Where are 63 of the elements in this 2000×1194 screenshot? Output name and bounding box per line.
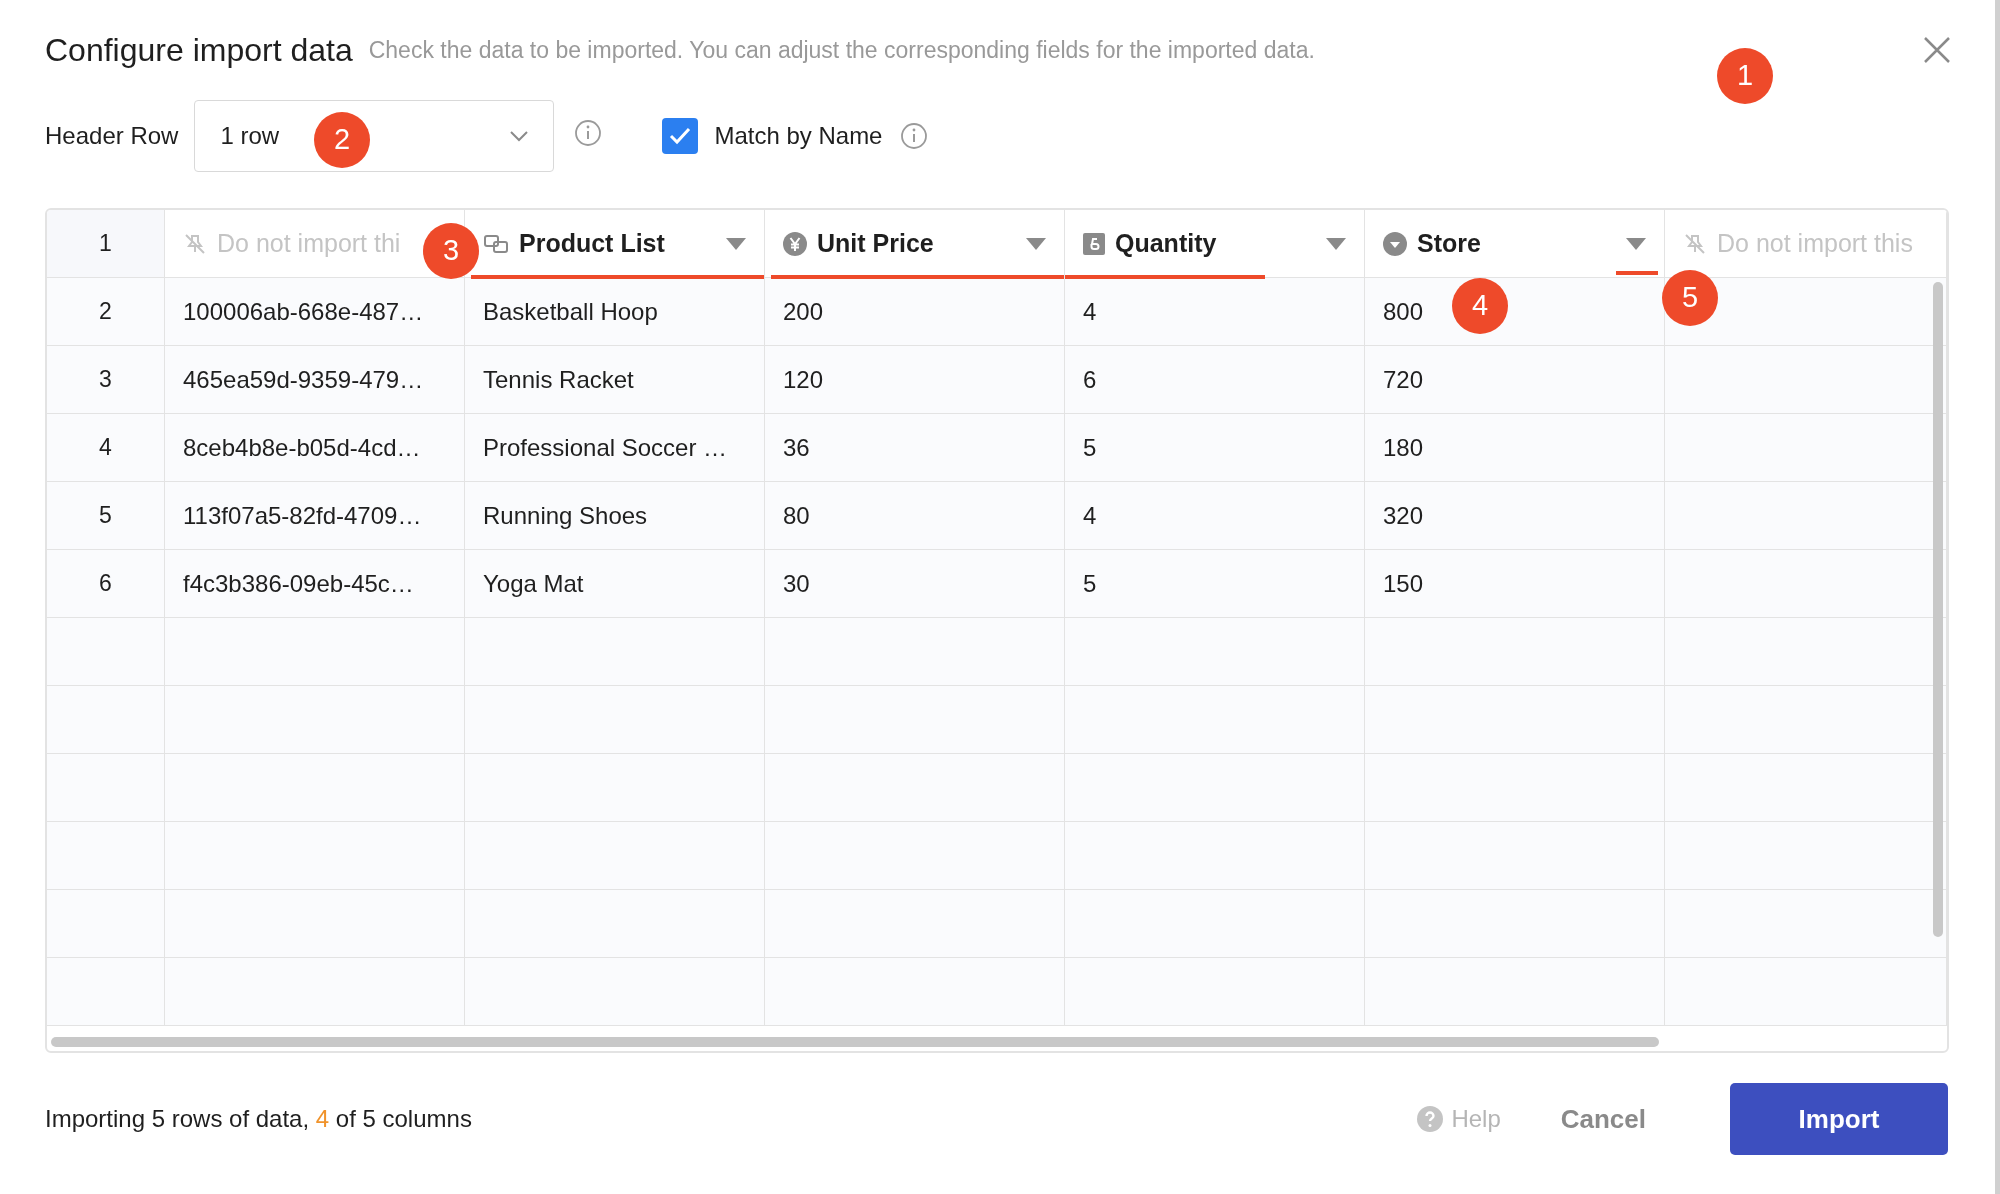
number-icon <box>1083 232 1105 255</box>
table-cell-text: Running Shoes <box>483 500 648 531</box>
row-number: 6 <box>47 550 165 617</box>
dialog-subtitle: Check the data to be imported. You can adjust the corresponding fields for the imported data. <box>368 35 1315 65</box>
table-cell-text: 4 <box>1083 500 1097 531</box>
annotation-marker: 1 <box>1717 48 1773 104</box>
table-cell-text: 180 <box>1383 432 1424 463</box>
info-icon <box>574 119 603 147</box>
underline <box>1616 271 1658 275</box>
table-cell-text: f4c3b386-09eb-45c… <box>183 568 414 599</box>
table-cell-text: 100006ab-668e-487… <box>183 296 424 327</box>
row-number: 5 <box>47 482 165 549</box>
table-cell-text: Tennis Racket <box>483 364 634 395</box>
currency-icon <box>783 231 807 256</box>
help-icon <box>1417 1106 1444 1132</box>
table-cell-text: 120 <box>783 364 824 395</box>
match-by-name-label: Match by Name <box>714 121 883 151</box>
row-number: 2 <box>47 278 165 345</box>
caret-icon[interactable] <box>1326 237 1346 250</box>
table-cell-text: 5 <box>1083 432 1097 463</box>
table-cell-text: 36 <box>783 432 810 463</box>
table-cell-text: 4 <box>1083 296 1097 327</box>
table-cell-text: 465ea59d-9359-479… <box>183 364 424 395</box>
import-summary: Importing 5 rows of data, 4 of 5 columns <box>45 1104 472 1134</box>
table-cell-text: 800 <box>1383 296 1424 327</box>
column-header[interactable]: Quantity <box>1115 224 1217 263</box>
import-button[interactable]: Import <box>1730 1083 1948 1155</box>
table-cell-text: 6 <box>1083 364 1097 395</box>
row-number: 1 <box>47 210 165 277</box>
link-icon <box>483 232 509 255</box>
caret-icon[interactable] <box>1626 237 1646 250</box>
table-cell-text: 200 <box>783 296 824 327</box>
table-cell-text: 8ceb4b8e-b05d-4cd… <box>183 432 421 463</box>
row-number: 3 <box>47 346 165 413</box>
caret-icon[interactable] <box>726 237 746 250</box>
table-cell-text: 113f07a5-82fd-4709… <box>183 500 422 531</box>
column-header[interactable]: Product List <box>519 224 665 263</box>
annotation-marker: 2 <box>314 112 370 168</box>
column-header[interactable]: Unit Price <box>817 224 934 263</box>
table-cell-text: 80 <box>783 500 810 531</box>
vertical-scrollbar[interactable] <box>1933 282 1943 937</box>
table-cell-text: Yoga Mat <box>483 568 584 599</box>
close-icon <box>1922 35 1952 65</box>
caret-icon[interactable] <box>1026 237 1046 250</box>
table-cell-text: 30 <box>783 568 810 599</box>
table-cell-text: 150 <box>1383 568 1424 599</box>
crossed-pin-icon <box>183 231 207 256</box>
match-by-name-checkbox[interactable] <box>662 118 699 154</box>
info-icon <box>900 122 929 150</box>
table-cell-text: Basketball Hoop <box>483 296 658 327</box>
dialog-title: Configure import data <box>45 31 353 70</box>
checkmark-icon <box>668 126 693 146</box>
crossed-pin-icon <box>1683 231 1707 256</box>
table-cell-text: Professional Soccer … <box>483 432 728 463</box>
chevron-down-icon <box>510 130 529 142</box>
header-row-label: Header Row <box>45 121 179 151</box>
table-cell-text: 5 <box>1083 568 1097 599</box>
horizontal-scrollbar[interactable] <box>51 1037 1659 1047</box>
row-number: 4 <box>47 414 165 481</box>
table-cell-text: 320 <box>1383 500 1424 531</box>
table-cell-text: 720 <box>1383 364 1424 395</box>
dropdown-circle-icon <box>1383 231 1407 256</box>
column-header[interactable]: Store <box>1417 224 1481 263</box>
